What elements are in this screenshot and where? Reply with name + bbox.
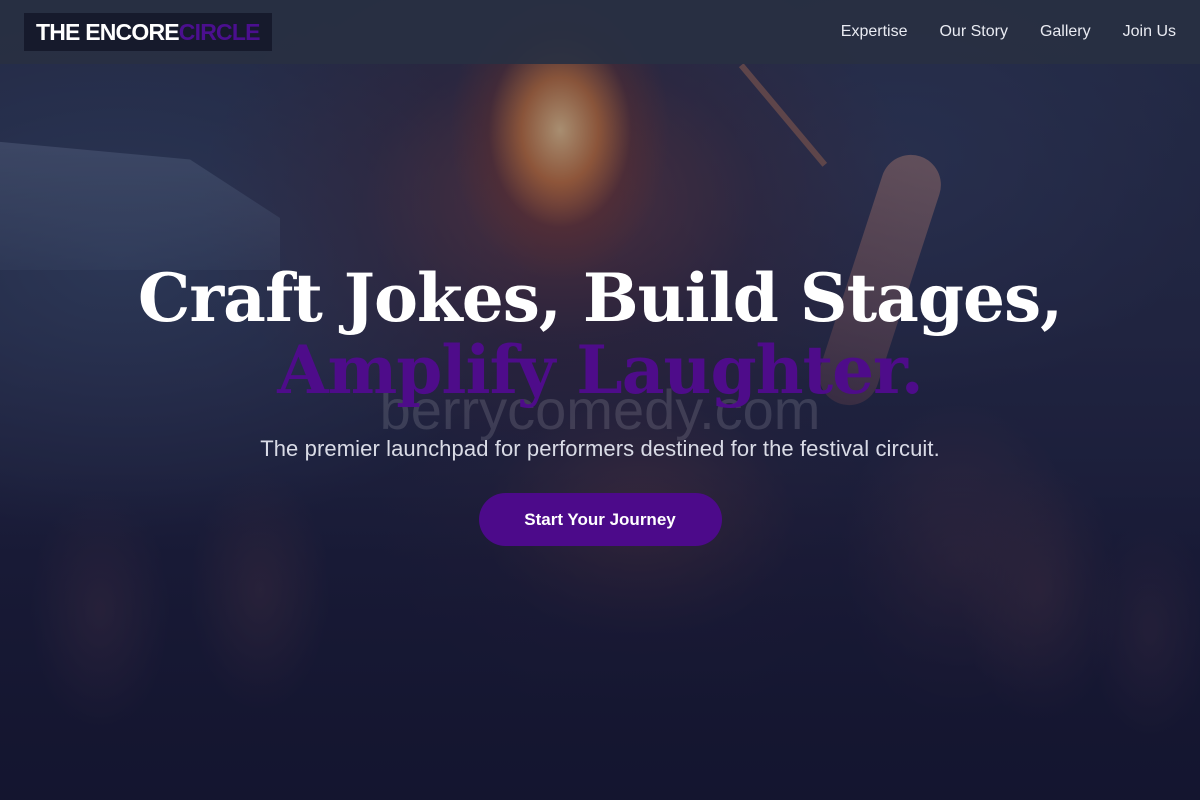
top-navbar: THE ENCORE CIRCLE Expertise Our Story Ga… (0, 0, 1200, 64)
hero-section: Craft Jokes, Build Stages, Amplify Laugh… (0, 262, 1200, 546)
logo-main-text: THE ENCORE (36, 18, 180, 45)
logo-accent-text: CIRCLE (178, 18, 261, 45)
hero-title-line-2: Amplify Laughter. (277, 331, 924, 409)
start-journey-button[interactable]: Start Your Journey (478, 493, 722, 546)
nav-link-expertise[interactable]: Expertise (841, 23, 908, 41)
nav-link-join-us[interactable]: Join Us (1123, 23, 1176, 41)
hero-title-line-1: Craft Jokes, Build Stages, (137, 259, 1063, 337)
hero-title: Craft Jokes, Build Stages, Amplify Laugh… (137, 259, 1063, 409)
site-logo[interactable]: THE ENCORE CIRCLE (24, 13, 272, 51)
nav-link-gallery[interactable]: Gallery (1040, 23, 1091, 41)
nav-links: Expertise Our Story Gallery Join Us (841, 23, 1176, 41)
hero-subtitle: The premier launchpad for performers des… (260, 436, 940, 461)
nav-link-our-story[interactable]: Our Story (939, 23, 1007, 41)
